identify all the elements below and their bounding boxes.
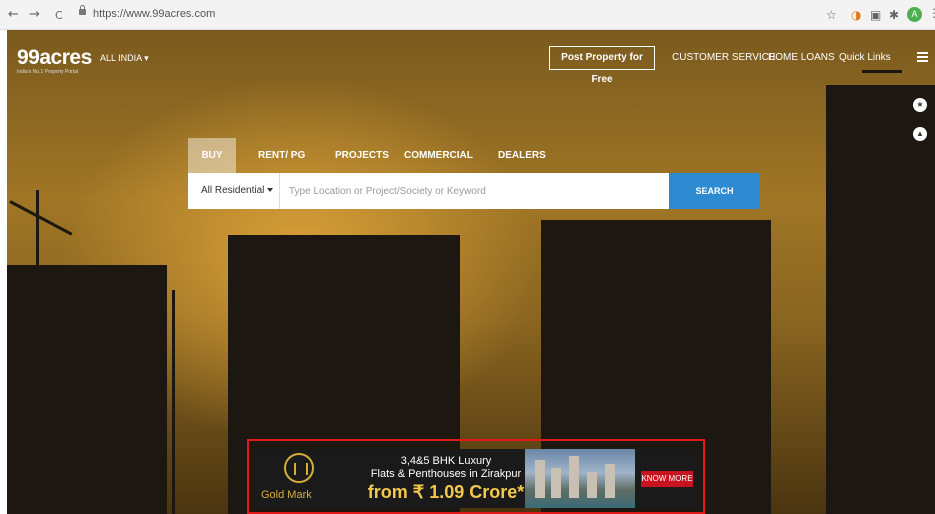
- bookmark-star-icon[interactable]: ☆: [826, 8, 837, 22]
- address-bar[interactable]: https://www.99acres.com: [93, 8, 215, 20]
- nav-home-loans[interactable]: HOME LOANS: [768, 52, 835, 63]
- puzzle-icon[interactable]: ✱: [889, 8, 899, 22]
- browser-toolbar: ← → C https://www.99acres.com ☆ ◑ ▣ ✱ A …: [0, 0, 935, 30]
- tab-commercial[interactable]: COMMERCIAL: [404, 138, 473, 173]
- forward-icon[interactable]: →: [29, 7, 40, 23]
- building-silhouette: [826, 85, 935, 514]
- browser-menu-icon[interactable]: ⋮: [928, 6, 935, 20]
- profile-avatar[interactable]: A: [907, 7, 922, 22]
- tab-buy[interactable]: BUY: [188, 138, 236, 173]
- hero-banner: 99acres India's No.1 Property Portal ALL…: [0, 30, 935, 514]
- ad-highlight-frame: Gold Mark 3,4&5 BHK Luxury Flats & Penth…: [247, 439, 705, 514]
- region-dropdown[interactable]: ALL INDIA ▾: [100, 53, 149, 64]
- post-property-button[interactable]: Post Property for Free: [549, 46, 655, 85]
- tab-rent-pg[interactable]: RENT/ PG: [258, 138, 305, 173]
- page-edge: [0, 30, 7, 514]
- scaffold-pole: [172, 290, 175, 514]
- extension-icon[interactable]: ◑: [851, 8, 861, 22]
- lock-icon: [79, 5, 86, 15]
- site-tagline: India's No.1 Property Portal: [17, 69, 78, 75]
- property-type-select[interactable]: All Residential: [188, 173, 280, 209]
- shortlist-star-icon[interactable]: ★: [913, 98, 927, 112]
- crane-arm: [862, 70, 902, 73]
- notification-bell-icon[interactable]: ▲: [913, 127, 927, 141]
- reload-icon[interactable]: C: [55, 8, 63, 24]
- hamburger-menu-icon[interactable]: [917, 52, 928, 62]
- extension-square-icon[interactable]: ▣: [870, 8, 881, 22]
- tab-projects[interactable]: PROJECTS: [335, 138, 389, 173]
- search-button[interactable]: SEARCH: [669, 173, 760, 209]
- nav-quick-links[interactable]: Quick Links: [839, 52, 891, 63]
- know-more-button[interactable]: KNOW MORE: [641, 471, 693, 487]
- caret-down-icon: [267, 188, 274, 193]
- search-input[interactable]: [280, 173, 669, 209]
- site-logo[interactable]: 99acres: [17, 47, 92, 69]
- crane-mast: [36, 190, 39, 280]
- nav-customer-service[interactable]: CUSTOMER SERVICE: [672, 52, 776, 63]
- back-icon[interactable]: ←: [8, 7, 19, 23]
- property-type-label: All Residential: [201, 185, 265, 196]
- ad-building-image: [525, 449, 635, 508]
- building-silhouette: [7, 265, 167, 514]
- ad-banner[interactable]: Gold Mark 3,4&5 BHK Luxury Flats & Penth…: [255, 449, 697, 508]
- tab-dealers[interactable]: DEALERS: [498, 138, 546, 173]
- search-bar: All Residential SEARCH: [188, 173, 760, 209]
- crane-arm: [9, 200, 73, 236]
